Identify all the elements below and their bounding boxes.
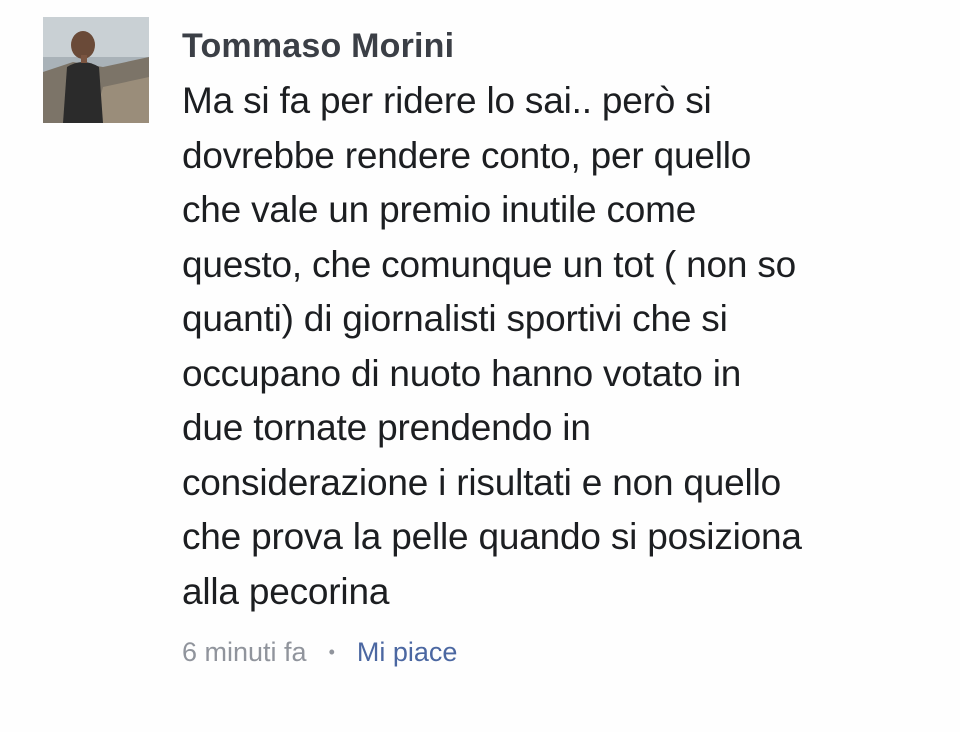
avatar-photo	[43, 17, 149, 123]
like-button[interactable]: Mi piace	[357, 632, 458, 672]
separator-dot: •	[328, 642, 335, 662]
comment-body: Tommaso Morini Ma si fa per ridere lo sa…	[182, 22, 922, 619]
comment-text: Ma si fa per ridere lo sai.. però si dov…	[182, 80, 802, 612]
avatar[interactable]	[43, 17, 149, 123]
comment: Tommaso Morini Ma si fa per ridere lo sa…	[0, 0, 960, 732]
author-name[interactable]: Tommaso Morini	[182, 22, 922, 70]
timestamp[interactable]: 6 minuti fa	[182, 632, 307, 672]
comment-meta: 6 minuti fa • Mi piace	[182, 632, 457, 672]
